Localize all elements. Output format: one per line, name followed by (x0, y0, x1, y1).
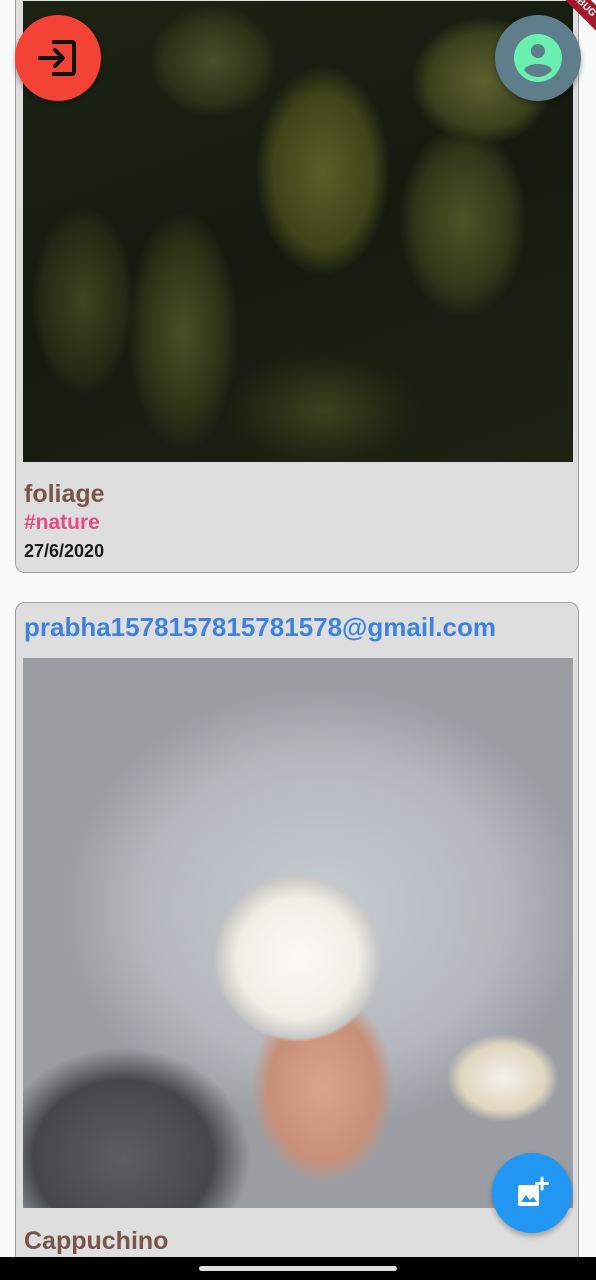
post-tag: #nature (24, 511, 100, 534)
post-image[interactable] (23, 1, 573, 462)
home-gesture-handle[interactable] (199, 1266, 397, 1271)
logout-button[interactable] (15, 15, 101, 101)
post-image[interactable] (23, 658, 573, 1208)
profile-button[interactable] (495, 15, 581, 101)
account-circle-icon (514, 34, 562, 82)
feed-screen: foliage #nature 27/6/2020 prabha15781578… (0, 0, 596, 1280)
post-date: 27/6/2020 (24, 541, 105, 561)
add-post-button[interactable] (492, 1153, 572, 1233)
system-navigation-bar (0, 1257, 596, 1280)
post-author-email: prabha1578157815781578@gmail.com (24, 612, 496, 642)
post-title: Cappuchino (24, 1227, 169, 1255)
logout-icon (38, 40, 76, 76)
add-photo-icon (518, 1176, 549, 1206)
post-title: foliage (24, 480, 105, 508)
post-card[interactable]: foliage #nature 27/6/2020 (15, 0, 579, 573)
